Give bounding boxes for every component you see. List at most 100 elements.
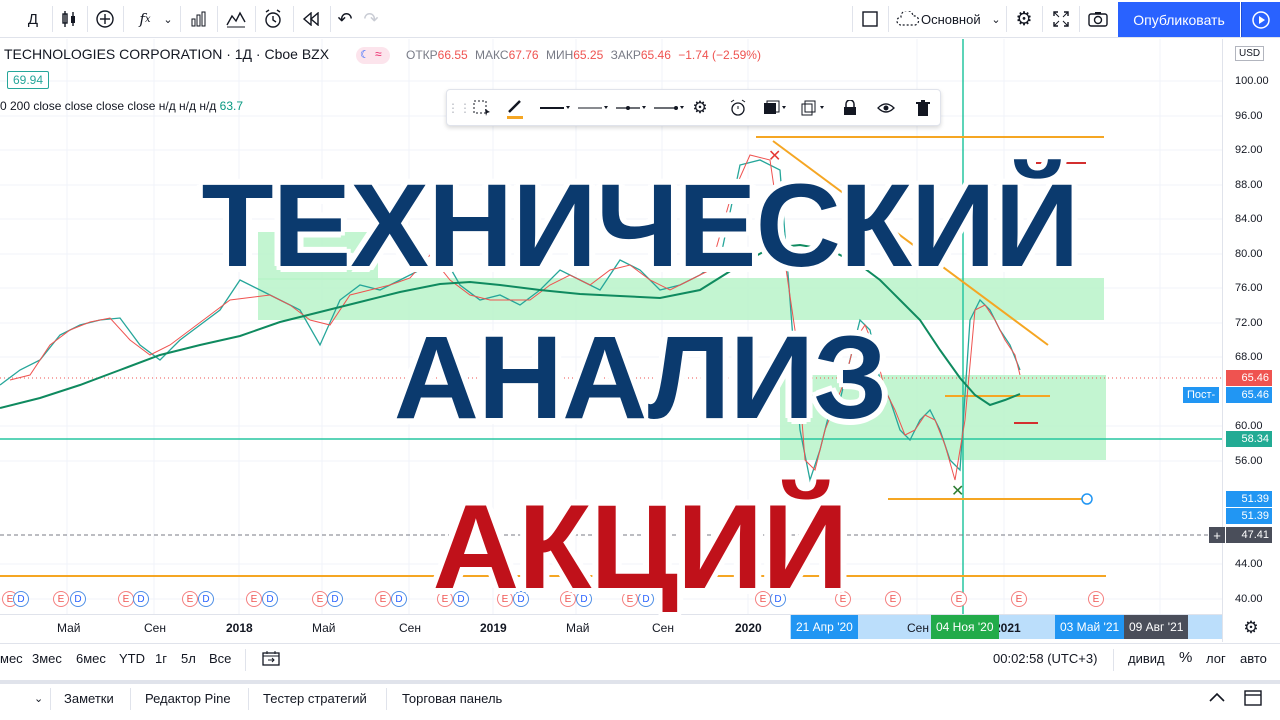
date-tag: 09 Авг '21 bbox=[1124, 615, 1189, 639]
date-tag: 04 Ноя '20 bbox=[931, 615, 999, 639]
drawing-toolbar: ⋮⋮ ⚙ bbox=[446, 89, 941, 126]
cloud-icon[interactable] bbox=[894, 4, 922, 34]
alert-add-icon[interactable] bbox=[725, 90, 751, 125]
range-1y[interactable]: 1г bbox=[155, 651, 167, 666]
toolbar-divider bbox=[888, 6, 889, 32]
time-tick: 2018 bbox=[226, 621, 253, 635]
camera-icon[interactable] bbox=[1085, 4, 1111, 34]
toggle-log[interactable]: лог bbox=[1206, 651, 1226, 666]
add-symbol-icon[interactable] bbox=[92, 4, 118, 34]
range-5y[interactable]: 5л bbox=[181, 651, 196, 666]
wave-icon: ≈ bbox=[375, 47, 382, 61]
toolbar-divider bbox=[217, 6, 218, 32]
expand-icon[interactable] bbox=[1048, 4, 1074, 34]
select-area-icon[interactable] bbox=[467, 90, 497, 125]
price-tick: 92.00 bbox=[1235, 144, 1263, 156]
toggle-dividend[interactable]: дивид bbox=[1128, 651, 1165, 666]
toggle-auto[interactable]: авто bbox=[1240, 651, 1267, 666]
replay-icon[interactable] bbox=[298, 4, 324, 34]
undo-icon[interactable]: ↶ bbox=[334, 4, 356, 34]
tab-trading-panel[interactable]: Торговая панель bbox=[402, 691, 502, 706]
alert-clock-icon[interactable] bbox=[260, 4, 286, 34]
time-tick: 2020 bbox=[735, 621, 762, 635]
gear-icon[interactable]: ⚙ bbox=[1011, 4, 1037, 34]
time-tick: Сен bbox=[144, 621, 166, 635]
chevron-down-icon[interactable]: ⌄ bbox=[160, 4, 176, 34]
bar-chart-icon[interactable] bbox=[186, 4, 212, 34]
toolbar-divider bbox=[293, 6, 294, 32]
indicators-icon[interactable]: fx bbox=[132, 4, 158, 34]
tab-strategy-tester[interactable]: Тестер стратегий bbox=[263, 691, 367, 706]
time-tick: Сен bbox=[907, 621, 929, 635]
status-badge[interactable]: ☾ ≈ bbox=[356, 47, 390, 64]
toolbar-divider bbox=[330, 6, 331, 32]
chevron-down-icon[interactable]: ⌄ bbox=[988, 4, 1004, 34]
chevron-up-icon[interactable] bbox=[1208, 690, 1226, 708]
candles-icon[interactable] bbox=[56, 4, 82, 34]
range-all[interactable]: Все bbox=[209, 651, 231, 666]
maximize-panel-icon[interactable] bbox=[1244, 690, 1262, 711]
time-tick: 2019 bbox=[480, 621, 507, 635]
calendar-range-icon[interactable] bbox=[262, 650, 280, 671]
drag-handle-icon[interactable]: ⋮⋮ bbox=[447, 90, 471, 125]
overlay-title-line2: АНАЛИЗ bbox=[393, 312, 888, 444]
lock-icon[interactable] bbox=[837, 90, 863, 125]
range-divider bbox=[245, 649, 246, 671]
moon-icon: ☾ bbox=[360, 49, 370, 61]
ohlc-readout: ОТКР66.55 МАКС67.76 МИН65.25 ЗАКР65.46 −… bbox=[406, 48, 761, 62]
time-tick: Май bbox=[57, 621, 81, 635]
ma-legend[interactable]: 0 200 close close close close н/д н/д н/… bbox=[0, 99, 243, 113]
toolbar-divider bbox=[52, 6, 53, 32]
interval-button[interactable]: Д bbox=[22, 4, 44, 34]
pencil-icon[interactable] bbox=[502, 90, 528, 125]
panel-divider bbox=[386, 688, 387, 710]
last-price-tag: 69.94 bbox=[7, 71, 50, 89]
trash-icon[interactable] bbox=[910, 90, 936, 125]
redo-icon[interactable]: ↷ bbox=[360, 4, 382, 34]
currency-label[interactable]: USD bbox=[1235, 46, 1265, 61]
range-3m[interactable]: 3мес bbox=[32, 651, 62, 666]
date-tag: 03 Май '21 bbox=[1055, 615, 1125, 639]
play-icon[interactable] bbox=[1241, 2, 1280, 37]
time-tick: Сен bbox=[399, 621, 421, 635]
line-start-icon[interactable] bbox=[611, 90, 651, 125]
range-1m[interactable]: мес bbox=[0, 651, 23, 666]
template-icon[interactable] bbox=[759, 90, 791, 125]
layout-name[interactable]: Основной bbox=[921, 4, 985, 34]
tab-notes[interactable]: Заметки bbox=[64, 691, 114, 706]
toggle-percent[interactable]: % bbox=[1179, 649, 1192, 666]
line-width-icon[interactable] bbox=[573, 90, 613, 125]
templates-icon[interactable] bbox=[223, 4, 249, 34]
time-tick: Май bbox=[312, 621, 336, 635]
overlay-title-line1: ТЕХНИЧЕСКИЙ bbox=[201, 160, 1080, 292]
gear-icon[interactable]: ⚙ bbox=[1240, 617, 1262, 639]
line-end-icon[interactable] bbox=[649, 90, 689, 125]
gear-icon[interactable]: ⚙ bbox=[687, 90, 713, 125]
chevron-down-icon[interactable]: ⌄ bbox=[34, 692, 43, 705]
panel-divider bbox=[248, 688, 249, 710]
publish-button[interactable]: Опубликовать bbox=[1118, 2, 1240, 37]
fullscreen-square-icon[interactable] bbox=[858, 4, 882, 34]
clone-icon[interactable] bbox=[797, 90, 829, 125]
toolbar-divider bbox=[180, 6, 181, 32]
time-tick: Сен bbox=[652, 621, 674, 635]
eye-icon[interactable] bbox=[873, 90, 899, 125]
price-tick: 96.00 bbox=[1235, 110, 1263, 122]
range-6m[interactable]: 6мес bbox=[76, 651, 106, 666]
toolbar-divider bbox=[123, 6, 124, 32]
date-tag: 21 Апр '20 bbox=[791, 615, 858, 639]
tab-pine-editor[interactable]: Редактор Pine bbox=[145, 691, 231, 706]
price-tick: 56.00 bbox=[1235, 455, 1263, 467]
range-ytd[interactable]: YTD bbox=[119, 651, 145, 666]
toolbar-divider bbox=[1006, 6, 1007, 32]
toolbar-divider bbox=[852, 6, 853, 32]
toolbar-divider bbox=[1079, 6, 1080, 32]
range-divider bbox=[1113, 649, 1114, 671]
price-tick: 100.00 bbox=[1235, 75, 1269, 87]
overlay-title-line3: АКЦИЙ bbox=[432, 480, 848, 614]
line-style-solid-icon[interactable] bbox=[535, 90, 575, 125]
clock-timezone[interactable]: 00:02:58 (UTC+3) bbox=[993, 651, 1097, 666]
symbol-title[interactable]: TECHNOLOGIES CORPORATION · 1Д · Cboe BZX bbox=[4, 46, 329, 62]
toolbar-divider bbox=[1042, 6, 1043, 32]
time-tick: Май bbox=[566, 621, 590, 635]
